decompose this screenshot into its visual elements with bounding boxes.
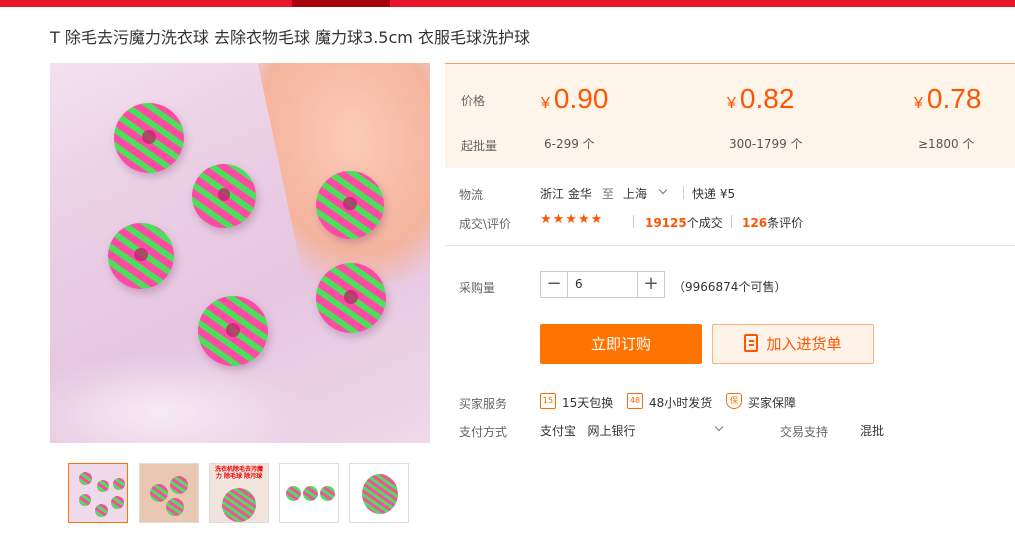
laundry-ball (316, 171, 384, 239)
range-tier-3: ≥1800 个 (918, 137, 975, 151)
currency-symbol: ¥ (541, 95, 550, 112)
review-suffix: 条评价 (767, 216, 804, 230)
laundry-ball (222, 488, 256, 522)
laundry-ball (114, 103, 184, 173)
review-number: 126 (742, 216, 768, 230)
price-value: 0.90 (553, 83, 609, 114)
price-box (445, 63, 1015, 168)
ship-from: 浙江 金华 (540, 187, 592, 201)
deals-number: 19125 (645, 216, 687, 230)
thumbnail-2[interactable] (139, 463, 199, 523)
chevron-down-icon[interactable] (658, 185, 668, 195)
express-fee: 快递 ¥5 (692, 187, 736, 201)
currency-symbol: ¥ (727, 95, 736, 112)
quantity-plus-button[interactable]: + (637, 271, 665, 298)
add-to-list-label: 加入进货单 (766, 335, 842, 353)
clipboard-icon (744, 334, 759, 352)
buyer-protection-icon: 保 (726, 393, 742, 409)
laundry-ball (198, 296, 268, 366)
laundry-ball (79, 472, 92, 485)
laundry-ball (150, 484, 168, 502)
deals-count[interactable]: 19125个成交 (645, 214, 723, 231)
separator (633, 215, 634, 228)
laundry-ball (192, 164, 256, 228)
price-tier-3: ¥0.78 (914, 83, 981, 115)
trade-support-value: 混批 (860, 424, 885, 438)
service-item[interactable]: 48小时发货 (649, 394, 712, 411)
laundry-ball (362, 474, 398, 514)
trade-support-label: 交易支持 (780, 425, 829, 439)
services-label: 买家服务 (459, 397, 508, 411)
fabric-fold (50, 353, 310, 443)
quantity-input[interactable]: 6 (567, 271, 637, 298)
chevron-down-icon[interactable] (714, 422, 724, 432)
logistics-label: 物流 (459, 188, 484, 202)
laundry-ball (79, 494, 91, 506)
price-tier-2: ¥0.82 (727, 83, 794, 115)
thumbnail-1[interactable] (68, 463, 128, 523)
laundry-ball (170, 476, 188, 494)
payment-methods: 支付宝 网上银行 (540, 424, 636, 438)
thumbnail-5[interactable] (349, 463, 409, 523)
quantity-label: 采购量 (459, 281, 496, 295)
buy-now-button[interactable]: 立即订购 (540, 324, 702, 364)
exchange-15-day-icon: 15 (540, 393, 556, 409)
quantity-minus-button[interactable]: − (540, 271, 568, 298)
price-value: 0.82 (739, 83, 795, 114)
currency-symbol: ¥ (914, 95, 923, 112)
stock-available: （9966874个可售） (673, 280, 787, 294)
separator (731, 215, 732, 228)
section-divider (445, 245, 1015, 246)
range-tier-2: 300-1799 个 (729, 137, 803, 151)
top-red-bar (0, 0, 1015, 7)
price-tier-1: ¥0.90 (541, 83, 608, 115)
moq-label: 起批量 (461, 139, 498, 153)
thumbnail-caption: 洗衣机除毛去污魔力 除毛球 除污球 (214, 466, 263, 480)
ship-48-hour-icon: 48 (627, 393, 643, 409)
laundry-ball (113, 478, 125, 490)
laundry-ball (166, 498, 184, 516)
top-bar-active-tab[interactable] (292, 0, 390, 7)
product-title: T 除毛去污魔力洗衣球 去除衣物毛球 魔力球3.5cm 衣服毛球洗护球 (50, 28, 530, 47)
price-value: 0.78 (926, 83, 982, 114)
laundry-ball (303, 486, 318, 501)
laundry-ball (316, 263, 386, 333)
rating-stars: ★★★★★ (540, 212, 604, 227)
thumbnail-3[interactable]: 洗衣机除毛去污魔力 除毛球 除污球 (209, 463, 269, 523)
service-item[interactable]: 15天包换 (562, 394, 613, 411)
add-to-list-button[interactable]: 加入进货单 (712, 324, 874, 364)
deals-reviews-label: 成交\评价 (459, 217, 512, 231)
service-item[interactable]: 买家保障 (748, 394, 796, 411)
laundry-ball (97, 480, 109, 492)
laundry-ball (95, 504, 108, 517)
laundry-ball (320, 486, 335, 501)
review-count[interactable]: 126条评价 (742, 214, 803, 231)
thumbnail-4[interactable] (279, 463, 339, 523)
laundry-ball (286, 486, 301, 501)
main-product-image[interactable] (50, 63, 430, 443)
price-label: 价格 (461, 94, 486, 108)
ship-to-word: 至 (602, 187, 615, 201)
payment-label: 支付方式 (459, 425, 508, 439)
deals-suffix: 个成交 (686, 216, 723, 230)
laundry-ball (111, 496, 124, 509)
separator (683, 186, 684, 199)
ship-to-select[interactable]: 上海 (623, 185, 647, 202)
range-tier-1: 6-299 个 (544, 137, 595, 151)
laundry-ball (108, 223, 174, 289)
